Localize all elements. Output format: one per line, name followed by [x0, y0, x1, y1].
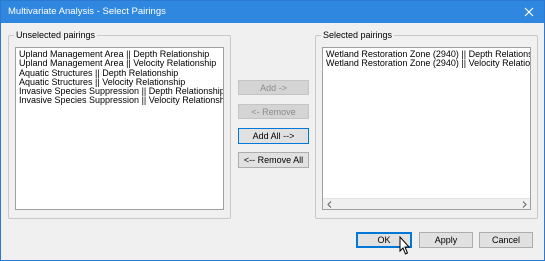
horizontal-scrollbar[interactable]	[323, 198, 530, 209]
list-item[interactable]: Wetland Restoration Zone (2940) || Veloc…	[323, 58, 530, 68]
close-icon	[524, 7, 534, 17]
apply-button[interactable]: Apply	[419, 232, 473, 248]
mouse-pointer-icon	[399, 236, 411, 255]
unselected-pairings-list[interactable]: Upland Management Area || Depth Relation…	[15, 47, 224, 210]
window-title: Multivariate Analysis - Select Pairings	[8, 6, 166, 17]
dialog-window: Multivariate Analysis - Select Pairings …	[0, 0, 545, 261]
scroll-right-arrow-icon	[522, 200, 527, 208]
scroll-left-arrow-icon	[326, 200, 331, 208]
list-item[interactable]: Invasive Species Suppression || Velocity…	[16, 96, 223, 106]
unselected-items: Upland Management Area || Depth Relation…	[16, 48, 223, 106]
selected-pairings-label: Selected pairings	[321, 30, 395, 41]
add-all-button[interactable]: Add All -->	[238, 128, 309, 144]
selected-pairings-group: Selected pairings Wetland Restoration Zo…	[315, 30, 538, 219]
remove-button[interactable]: <- Remove	[238, 104, 309, 119]
close-button[interactable]	[514, 1, 544, 23]
selected-pairings-list[interactable]: Wetland Restoration Zone (2940) || Depth…	[322, 47, 531, 210]
add-button[interactable]: Add ->	[238, 80, 309, 95]
remove-all-button[interactable]: <-- Remove All	[238, 152, 309, 168]
unselected-pairings-group: Unselected pairings Upland Management Ar…	[8, 30, 231, 219]
scroll-right-button[interactable]	[518, 199, 530, 209]
title-bar[interactable]: Multivariate Analysis - Select Pairings	[1, 1, 544, 23]
cancel-button[interactable]: Cancel	[479, 232, 533, 248]
unselected-pairings-label: Unselected pairings	[14, 30, 98, 41]
scroll-left-button[interactable]	[323, 199, 335, 209]
selected-items: Wetland Restoration Zone (2940) || Depth…	[323, 48, 530, 69]
